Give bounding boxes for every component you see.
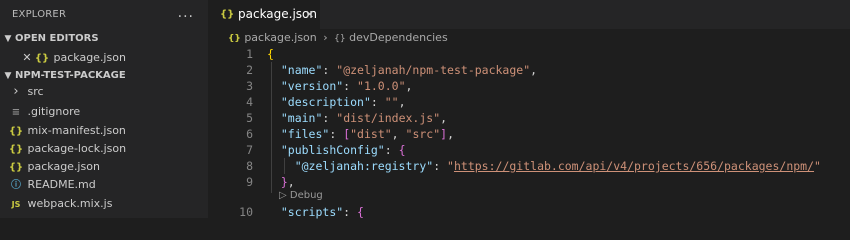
code-line: "scripts": { bbox=[280, 205, 364, 219]
debug-codelens[interactable]: ▷ Debug bbox=[279, 189, 323, 203]
code-line: "main": "dist/index.js", bbox=[280, 111, 448, 125]
play-icon: ▷ bbox=[279, 190, 287, 201]
explorer-title: EXPLORER bbox=[12, 9, 67, 20]
tab-package-json[interactable]: {} package.json ✕ bbox=[208, 0, 320, 29]
tree-item-label: package-lock.json bbox=[27, 142, 127, 155]
git-file-icon: ≡ bbox=[11, 107, 21, 118]
chevron-right-icon: › bbox=[13, 84, 19, 99]
chevron-right-icon: › bbox=[323, 31, 328, 44]
tree-item-gitignore[interactable]: ≡ .gitignore bbox=[0, 102, 208, 122]
code-line: }, bbox=[280, 175, 295, 189]
tree-item-label: src bbox=[27, 85, 44, 98]
tree-item-readme[interactable]: ⓘ README.md bbox=[0, 175, 208, 195]
json-file-icon: {} bbox=[228, 34, 241, 44]
line-number: 6 bbox=[246, 127, 253, 141]
line-number: 3 bbox=[246, 79, 253, 93]
chevron-down-icon: ▼ bbox=[4, 34, 12, 44]
tree-item-package-json[interactable]: {} package.json bbox=[0, 157, 208, 177]
line-number: 8 bbox=[246, 159, 253, 173]
tree-item-label: webpack.mix.js bbox=[27, 197, 113, 210]
code-line: "version": "1.0.0", bbox=[280, 79, 413, 93]
code-line: "files": ["dist", "src"], bbox=[280, 127, 455, 141]
tree-item-label: .gitignore bbox=[27, 105, 81, 118]
js-file-icon: JS bbox=[11, 200, 21, 209]
line-number: 10 bbox=[239, 205, 253, 219]
code-line: "@zeljanah:registry": "https://gitlab.co… bbox=[294, 159, 821, 173]
open-editor-label: package.json bbox=[53, 51, 126, 64]
info-icon: ⓘ bbox=[11, 180, 21, 191]
line-number: 2 bbox=[246, 63, 253, 77]
tree-item-package-lock[interactable]: {} package-lock.json bbox=[0, 139, 208, 159]
line-number: 5 bbox=[246, 111, 253, 125]
line-number: 7 bbox=[246, 143, 253, 157]
more-actions-icon[interactable]: ... bbox=[178, 0, 194, 29]
close-icon[interactable]: ✕ bbox=[20, 48, 34, 68]
code-line: "name": "@zeljanah/npm-test-package", bbox=[280, 63, 538, 77]
explorer-sidebar: EXPLORER ... ▼ OPEN EDITORS ✕{} package.j… bbox=[0, 0, 208, 218]
line-number: 9 bbox=[246, 175, 253, 189]
breadcrumb-file[interactable]: package.json bbox=[244, 31, 316, 44]
code-line: "publishConfig": { bbox=[280, 143, 406, 157]
breadcrumb-symbol[interactable]: devDependencies bbox=[349, 31, 448, 44]
tree-item-webpack[interactable]: JS webpack.mix.js bbox=[0, 194, 208, 214]
tree-item-label: package.json bbox=[27, 160, 100, 173]
open-editors-label: OPEN EDITORS bbox=[15, 33, 99, 44]
breadcrumb: {} package.json › {} devDependencies bbox=[228, 29, 448, 47]
editor-area: {} package.json ✕ {} package.json › {} d… bbox=[208, 0, 850, 219]
object-symbol-icon: {} bbox=[334, 34, 346, 44]
json-file-icon: {} bbox=[220, 9, 235, 20]
tab-bar: {} package.json ✕ bbox=[208, 0, 850, 29]
project-label: NPM-TEST-PACKAGE bbox=[15, 70, 126, 81]
open-editor-item[interactable]: ✕{} package.json bbox=[0, 48, 208, 68]
tree-item-label: mix-manifest.json bbox=[27, 124, 126, 137]
code-line: "description": "", bbox=[280, 95, 406, 109]
code-line: { bbox=[267, 47, 274, 61]
line-number: 1 bbox=[246, 47, 253, 61]
open-editors-section[interactable]: ▼ OPEN EDITORS bbox=[0, 29, 208, 48]
registry-url-link[interactable]: https://gitlab.com/api/v4/projects/656/p… bbox=[454, 159, 814, 173]
tree-item-label: README.md bbox=[27, 178, 96, 191]
tree-item-src[interactable]: › src bbox=[0, 82, 208, 102]
codelens-label: Debug bbox=[289, 190, 323, 201]
close-icon[interactable]: ✕ bbox=[305, 0, 314, 29]
tree-item-mix-manifest[interactable]: {} mix-manifest.json bbox=[0, 121, 208, 141]
line-number: 4 bbox=[246, 95, 253, 109]
